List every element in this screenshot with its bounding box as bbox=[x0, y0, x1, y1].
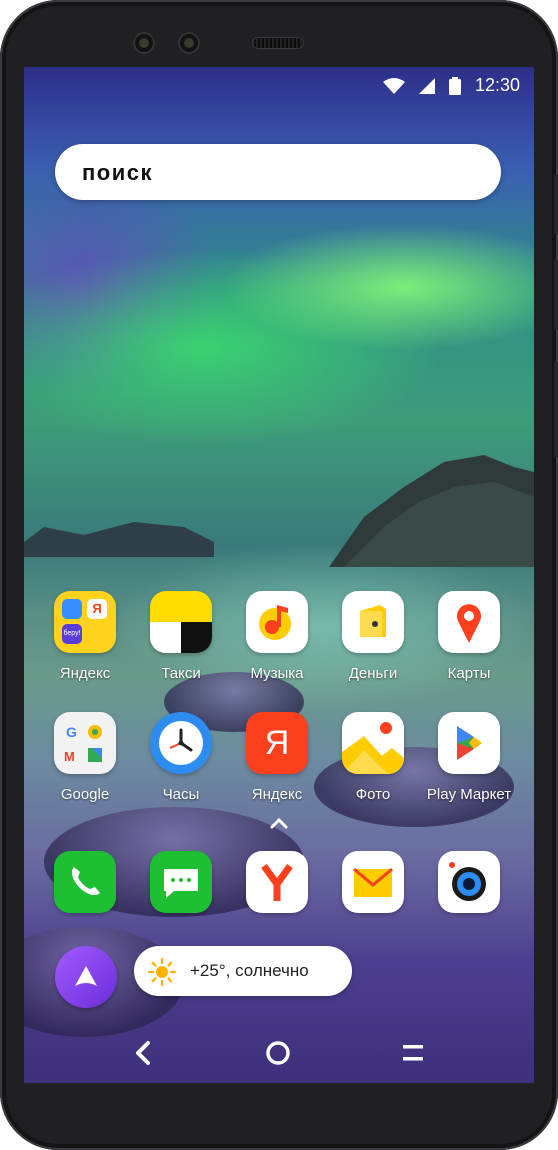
power-button bbox=[554, 362, 558, 457]
yandex-browser-icon: Я bbox=[246, 712, 308, 774]
app-label: Такси bbox=[161, 665, 201, 682]
app-label: Яндекс bbox=[251, 786, 303, 803]
search-label: поиск bbox=[82, 160, 153, 185]
app-label: Google bbox=[60, 786, 110, 803]
dock-phone[interactable] bbox=[40, 851, 130, 913]
app-label: Часы bbox=[162, 786, 200, 803]
status-time: 12:30 bbox=[474, 75, 520, 95]
volume-up-button bbox=[554, 175, 558, 235]
home-icon[interactable] bbox=[260, 1035, 296, 1071]
earpiece-speaker bbox=[252, 37, 304, 49]
mail-icon bbox=[342, 851, 404, 913]
camera-icon bbox=[438, 851, 500, 913]
app-photo[interactable]: Фото bbox=[328, 712, 418, 803]
app-label: Деньги bbox=[348, 665, 398, 682]
navigation-bar bbox=[24, 1017, 534, 1083]
chevron-up-icon[interactable] bbox=[269, 815, 289, 831]
app-label: Фото bbox=[355, 786, 391, 803]
app-yandex[interactable]: Я Яндекс bbox=[232, 712, 322, 803]
svg-text:G: G bbox=[66, 724, 77, 740]
yandex-folder-icon: Я беру! bbox=[54, 591, 116, 653]
clock-icon bbox=[150, 712, 212, 774]
yandex-y-icon bbox=[246, 851, 308, 913]
maps-pin-icon bbox=[438, 591, 500, 653]
front-camera-icon bbox=[133, 32, 155, 54]
home-screen: 12:30 поиск Я беру! Яндекс Такси Музыка … bbox=[24, 67, 534, 1083]
app-label: Карты bbox=[447, 665, 491, 682]
front-sensor-icon bbox=[178, 32, 200, 54]
wallpaper-mountains bbox=[24, 455, 534, 567]
money-wallet-icon bbox=[342, 591, 404, 653]
app-money[interactable]: Деньги bbox=[328, 591, 418, 682]
phone-frame: 12:30 поиск Я беру! Яндекс Такси Музыка … bbox=[0, 0, 558, 1150]
dock-messages[interactable] bbox=[136, 851, 226, 913]
app-music[interactable]: Музыка bbox=[232, 591, 322, 682]
status-bar: 12:30 bbox=[382, 75, 520, 96]
phone-icon bbox=[54, 851, 116, 913]
sun-icon bbox=[148, 958, 176, 986]
volume-down-button bbox=[554, 260, 558, 330]
app-maps[interactable]: Карты bbox=[424, 591, 514, 682]
app-clock[interactable]: Часы bbox=[136, 712, 226, 803]
svg-text:M: M bbox=[64, 749, 75, 764]
cellular-signal-icon bbox=[418, 77, 435, 94]
app-label: Музыка bbox=[250, 665, 304, 682]
back-icon[interactable] bbox=[125, 1035, 161, 1071]
app-google-folder[interactable]: G M Google bbox=[40, 712, 130, 803]
dock-camera[interactable] bbox=[424, 851, 514, 913]
weather-text: +25°, солнечно bbox=[190, 961, 309, 980]
search-bar[interactable]: поиск bbox=[55, 144, 501, 200]
photo-icon bbox=[342, 712, 404, 774]
app-label: Play Маркет bbox=[426, 786, 512, 803]
weather-widget[interactable]: +25°, солнечно bbox=[134, 946, 352, 996]
alice-assistant-button[interactable] bbox=[55, 946, 117, 1008]
app-yandex-folder[interactable]: Я беру! Яндекс bbox=[40, 591, 130, 682]
battery-icon bbox=[448, 76, 461, 95]
music-icon bbox=[246, 591, 308, 653]
app-taxi[interactable]: Такси bbox=[136, 591, 226, 682]
menu-icon[interactable] bbox=[395, 1035, 431, 1071]
dock-yandex-browser[interactable] bbox=[232, 851, 322, 913]
taxi-icon bbox=[150, 591, 212, 653]
play-store-icon bbox=[438, 712, 500, 774]
alice-icon bbox=[75, 966, 97, 986]
wifi-icon bbox=[382, 77, 405, 94]
google-folder-icon: G M bbox=[54, 712, 116, 774]
messages-icon bbox=[150, 851, 212, 913]
app-play-market[interactable]: Play Маркет bbox=[424, 712, 514, 803]
app-label: Яндекс bbox=[59, 665, 111, 682]
dock-mail[interactable] bbox=[328, 851, 418, 913]
